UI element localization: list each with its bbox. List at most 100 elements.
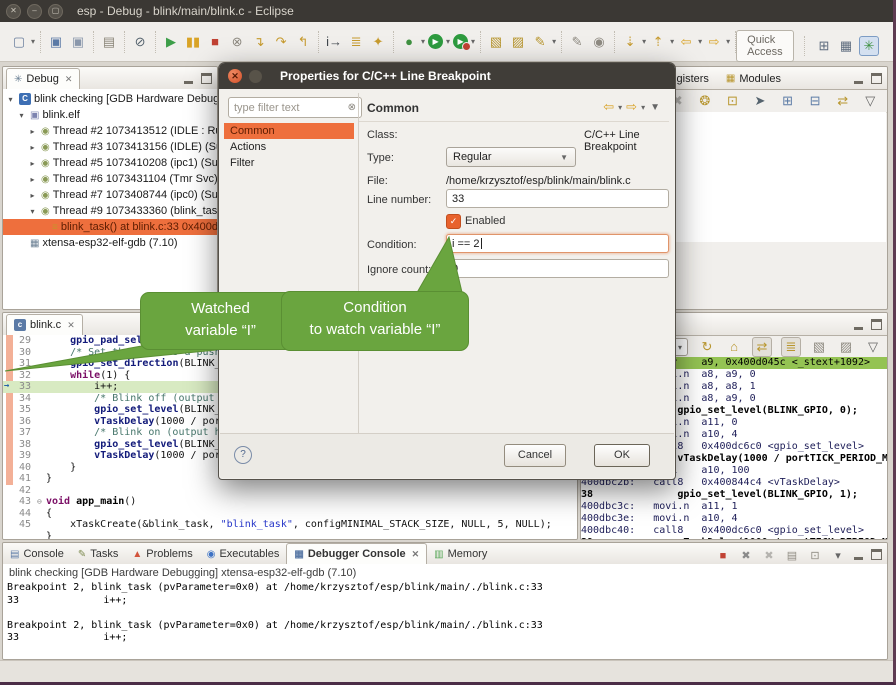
clear-console-icon[interactable]: ▤ xyxy=(785,547,799,565)
line-number-input[interactable]: 33 xyxy=(446,189,669,208)
code-line[interactable]: 45 xTaskCreate(&blink_task, "blink_task"… xyxy=(3,519,577,531)
open-type-icon[interactable]: ▧ xyxy=(487,33,505,51)
suspend-icon[interactable]: ▮▮ xyxy=(184,33,202,51)
fold-icon[interactable]: ⊖ xyxy=(37,496,46,508)
step-return-icon[interactable]: ↰ xyxy=(294,33,312,51)
maximize-icon[interactable] xyxy=(201,73,212,84)
previous-annotation-icon-dropdown[interactable]: ▾ xyxy=(642,37,646,46)
tree-item[interactable]: ▾◉Thread #9 1073433360 (blink_task : Sus… xyxy=(3,203,217,219)
expand-all-icon[interactable]: ⊞ xyxy=(779,92,797,110)
forward-dropdown-icon[interactable]: ▾ xyxy=(641,103,645,112)
code-line[interactable]: 43⊖void app_main() xyxy=(3,496,577,508)
dialog-nav-actions[interactable]: Actions xyxy=(224,139,354,155)
dialog-maximize-icon[interactable] xyxy=(249,70,262,83)
annotate-icon[interactable]: ✎ xyxy=(531,33,549,51)
run-icon[interactable]: ▶ xyxy=(428,34,443,49)
window-minimize-icon[interactable]: – xyxy=(27,4,42,19)
annotate-icon-dropdown[interactable]: ▾ xyxy=(552,37,556,46)
console-menu-icon[interactable]: ▾ xyxy=(831,547,845,565)
remove-launch-icon[interactable]: ✖ xyxy=(739,547,753,565)
tree-expander-icon[interactable]: ▸ xyxy=(27,191,38,200)
tree-item[interactable]: ▸◉Thread #2 1073413512 (IDLE : Running) xyxy=(3,123,217,139)
external-tools-icon-dropdown[interactable]: ▾ xyxy=(471,37,475,46)
tab-debug[interactable]: ✳ Debug ✕ xyxy=(6,68,80,89)
dialog-nav-filter[interactable]: Filter xyxy=(224,155,354,171)
minimize-icon[interactable] xyxy=(184,73,193,84)
view-menu-icon[interactable]: ▼ xyxy=(650,102,660,113)
terminate-console-icon[interactable]: ■ xyxy=(716,547,730,565)
tree-expander-icon[interactable]: ▸ xyxy=(27,143,38,152)
new-wizard-icon[interactable]: ▢ xyxy=(10,33,28,51)
cancel-button[interactable]: Cancel xyxy=(504,444,566,467)
remove-all-launches-icon[interactable]: ✖ xyxy=(762,547,776,565)
filter-input[interactable]: type filter text ⊗ xyxy=(228,97,362,118)
tree-item[interactable]: ▦xtensa-esp32-elf-gdb (7.10) xyxy=(3,235,217,251)
show-debug-elements-icon[interactable]: ≣ xyxy=(347,33,365,51)
clear-filter-icon[interactable]: ⊗ xyxy=(348,102,356,113)
tree-item[interactable]: ▸◉Thread #3 1073413156 (IDLE) (Suspended… xyxy=(3,139,217,155)
pin-view-icon[interactable]: ▨ xyxy=(837,338,855,356)
tree-item[interactable]: ▸◉Thread #5 1073410208 (ipc1) (Suspended… xyxy=(3,155,217,171)
new-view-icon[interactable]: ▧ xyxy=(810,338,828,356)
condition-input[interactable]: i == 2 xyxy=(446,234,669,253)
console-tab-tasks[interactable]: ✎Tasks xyxy=(71,544,126,564)
console-tab-executables[interactable]: ◉Executables xyxy=(200,544,287,564)
build-icon[interactable]: ▤ xyxy=(100,33,118,51)
tree-expander-icon[interactable]: ▸ xyxy=(27,159,38,168)
back-icon[interactable]: ⇦ xyxy=(603,99,614,115)
open-resource-icon[interactable]: ▨ xyxy=(509,33,527,51)
type-select[interactable]: Regular ▼ xyxy=(446,147,576,167)
disassembly-line[interactable]: 38 gpio_set_level(BLINK_GPIO, 1); xyxy=(581,489,887,501)
tree-expander-icon[interactable]: ▾ xyxy=(27,207,38,216)
scroll-lock-icon[interactable]: ⊡ xyxy=(808,547,822,565)
ignore-count-input[interactable]: 0 xyxy=(446,259,669,278)
show-breakpoint-types-icon[interactable]: ❂ xyxy=(696,92,714,110)
external-tools-icon[interactable]: ▶ xyxy=(453,34,468,49)
new-wizard-icon-dropdown[interactable]: ▾ xyxy=(31,37,35,46)
tree-item[interactable]: ▸◉Thread #7 1073408744 (ipc0) (Suspended… xyxy=(3,187,217,203)
instruction-stepping-icon[interactable]: i→ xyxy=(325,33,343,51)
disassembly-line[interactable]: 400dbc3e: movi.n a10, 4 xyxy=(581,513,887,525)
save-icon[interactable]: ▣ xyxy=(47,33,65,51)
dialog-nav-common[interactable]: Common xyxy=(224,123,354,139)
forward-icon-dropdown[interactable]: ▾ xyxy=(726,37,730,46)
back-dropdown-icon[interactable]: ▾ xyxy=(618,103,622,112)
tree-item[interactable]: ▾Cblink checking [GDB Hardware Debugging… xyxy=(3,91,217,107)
tree-item[interactable]: ▸◉Thread #6 1073431104 (Tmr Svc) (Suspen… xyxy=(3,171,217,187)
home-icon[interactable]: ⌂ xyxy=(725,338,743,356)
tree-expander-icon[interactable]: ▾ xyxy=(5,95,16,104)
tab-modules[interactable]: ▦ Modules xyxy=(719,68,788,89)
resume-icon[interactable]: ▶ xyxy=(162,33,180,51)
run-icon-dropdown[interactable]: ▾ xyxy=(446,37,450,46)
debug-icon[interactable]: ● xyxy=(400,33,418,51)
dialog-close-icon[interactable]: ✕ xyxy=(228,69,242,83)
breakpoint-pointer-icon[interactable]: → xyxy=(4,381,9,393)
minimize-icon[interactable] xyxy=(854,73,863,84)
maximize-icon[interactable] xyxy=(871,549,882,560)
debug-perspective-icon[interactable]: ✳ xyxy=(859,36,879,56)
code-line[interactable]: } xyxy=(3,531,577,541)
back-icon-dropdown[interactable]: ▾ xyxy=(698,37,702,46)
ok-button[interactable]: OK xyxy=(594,444,650,467)
enabled-checkbox[interactable]: ✓ xyxy=(446,214,461,229)
close-icon[interactable]: ✕ xyxy=(412,549,420,560)
java-perspective-icon[interactable]: ▦ xyxy=(837,37,855,55)
show-source-icon[interactable]: ≣ xyxy=(781,337,801,357)
skip-breakpoints-icon[interactable]: ⊘ xyxy=(131,33,149,51)
tab-blink-c[interactable]: c blink.c ✕ xyxy=(6,314,83,335)
disassembly-line[interactable]: 400dbc40: call8 0x400dc6c0 <gpio_set_lev… xyxy=(581,525,887,537)
next-annotation-icon[interactable]: ⇡ xyxy=(649,33,667,51)
console-tab-debugger-console[interactable]: ▦Debugger Console✕ xyxy=(286,543,427,564)
tree-expander-icon[interactable]: ▾ xyxy=(16,111,27,120)
window-maximize-icon[interactable]: ▢ xyxy=(48,4,63,19)
help-icon[interactable]: ? xyxy=(234,446,252,464)
tree-item[interactable]: ▾▣blink.elf xyxy=(3,107,217,123)
go-to-file-icon[interactable]: ⊡ xyxy=(724,92,742,110)
use-step-filters-icon[interactable]: ✦ xyxy=(369,33,387,51)
link-instruction-icon[interactable]: ⇄ xyxy=(752,337,772,357)
mark-occurrences-icon[interactable]: ✎ xyxy=(568,33,586,51)
minimize-icon[interactable] xyxy=(854,549,863,560)
close-icon[interactable]: ✕ xyxy=(67,320,75,331)
refresh-icon[interactable]: ↻ xyxy=(698,338,716,356)
chevron-down-icon[interactable]: ▾ xyxy=(678,343,682,352)
